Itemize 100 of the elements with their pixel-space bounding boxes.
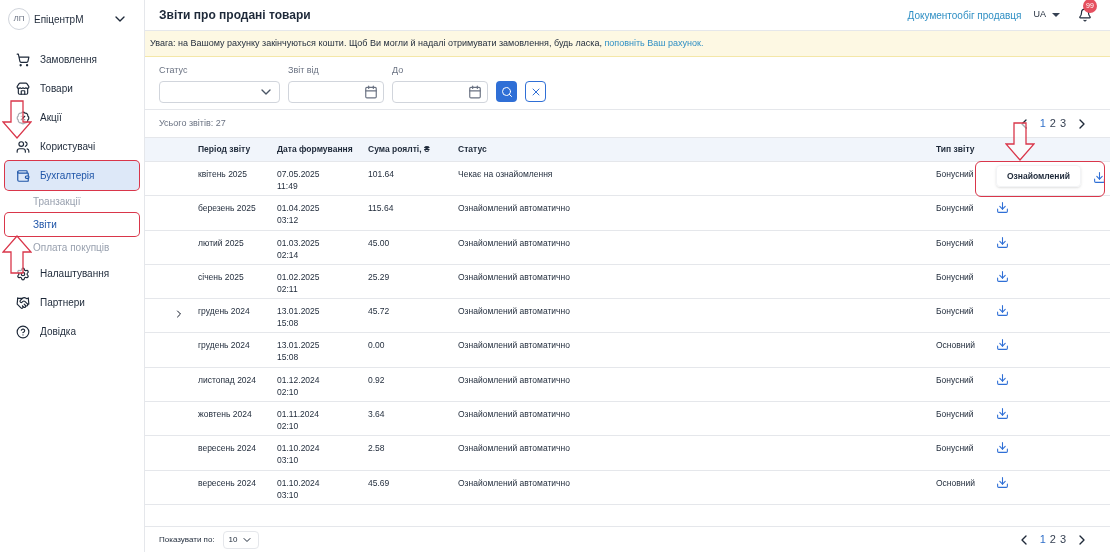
table-cell-text: 01.12.2024 — [277, 373, 321, 386]
page-link[interactable]: 3 — [1059, 115, 1066, 132]
table-cell-text: 45.00 — [368, 236, 391, 250]
table-cell-text: вересень 2024 — [198, 476, 257, 490]
download-icon[interactable] — [996, 304, 1009, 318]
table-cell-text: жовтень 2024 — [198, 408, 253, 421]
settings-icon — [16, 266, 30, 281]
page-link[interactable]: 2 — [1049, 115, 1056, 132]
table-cell-text: Ознайомлений автоматично — [458, 408, 571, 421]
table-cell-text: 02:10 — [277, 385, 300, 398]
page-size-select[interactable]: 10 — [222, 530, 259, 549]
sidebar-item[interactable]: Партнери — [5, 288, 139, 317]
calendar-icon[interactable] — [468, 85, 482, 99]
sidebar-item[interactable]: Довідка — [5, 317, 139, 346]
table-cell-text: 13.01.2025 — [277, 339, 321, 352]
table-cell-text: Чекає на ознайомлення — [458, 168, 554, 181]
table-cell-text: Ознайомлений автоматично — [458, 476, 571, 490]
table-cell-text: 02:11 — [277, 282, 299, 295]
download-icon[interactable] — [996, 372, 1009, 386]
download-icon[interactable] — [996, 235, 1009, 249]
table-cell-text: 2.58 — [368, 442, 386, 456]
download-icon[interactable] — [1092, 170, 1106, 184]
page-title: Звіти про продані товари — [159, 7, 311, 24]
calendar-icon[interactable] — [364, 85, 378, 99]
table-cell-text: Ознайомлений автоматично — [458, 305, 571, 318]
table-cell-text: 03:10 — [277, 488, 300, 501]
notifications-icon[interactable] — [1078, 8, 1092, 22]
annotation-arrow — [2, 100, 32, 140]
date-from-label: Звіт від — [288, 63, 320, 77]
table-cell-text: 03:10 — [277, 454, 300, 467]
download-icon[interactable] — [996, 269, 1009, 283]
table-cell-text: 15:08 — [277, 317, 300, 330]
store-icon — [16, 81, 30, 96]
language-selector[interactable]: UA — [1033, 8, 1060, 22]
table-cell-text: 25.29 — [368, 270, 391, 284]
table-cell-text: 45.69 — [368, 476, 391, 490]
seller-documents-link[interactable]: Документообіг продавця — [907, 7, 1022, 23]
table-cell-text: Основний — [936, 476, 976, 490]
table-cell-text: листопад 2024 — [198, 373, 258, 387]
top-up-link[interactable]: поповніть Ваш рахунок. — [604, 37, 704, 48]
page-link[interactable]: 1 — [1039, 531, 1046, 548]
table-cell-text: 13.01.2025 — [277, 305, 321, 318]
date-from-field[interactable] — [288, 81, 384, 103]
table-cell-text: 01.04.2025 — [277, 202, 321, 215]
table-cell-text: Ознайомлений автоматично — [458, 270, 571, 284]
sidebar-item[interactable]: Акції — [5, 103, 139, 132]
acknowledge-button[interactable]: Ознайомлений — [996, 165, 1081, 187]
table-cell-text: грудень 2024 — [198, 339, 251, 353]
search-button[interactable] — [496, 81, 517, 102]
table-cell-text: 45.72 — [368, 305, 391, 318]
table-cell-text: Бонусний — [936, 408, 975, 421]
table-cell-text: березень 2025 — [198, 202, 257, 216]
table-cell-text: 03:12 — [277, 214, 300, 227]
page-link[interactable]: 3 — [1059, 531, 1066, 548]
clear-button[interactable] — [525, 81, 546, 102]
table-cell-text: 07.05.2025 — [277, 168, 321, 180]
download-icon[interactable] — [996, 407, 1009, 421]
table-cell-text: Бонусний — [936, 442, 975, 456]
table-cell-text: січень 2025 — [198, 270, 245, 284]
annotation-arrow — [1005, 122, 1035, 162]
table-cell-text: 0.00 — [368, 339, 386, 353]
column-header: Статус — [458, 143, 488, 156]
table-cell-text: грудень 2024 — [198, 305, 251, 318]
sidebar-item[interactable]: Бухгалтерія — [5, 161, 139, 190]
sidebar-item[interactable]: Налаштування — [5, 259, 139, 288]
sidebar-item[interactable]: Замовлення — [5, 45, 139, 74]
download-icon[interactable] — [996, 441, 1009, 455]
help-icon — [16, 324, 30, 339]
table-cell-text: 0.92 — [368, 373, 386, 387]
table-cell-text: Ознайомлений автоматично — [458, 202, 571, 216]
account-name: ЕпіцентрМ — [34, 12, 84, 27]
table-cell-text: 15:08 — [277, 351, 300, 364]
sidebar-subitem[interactable]: Звіти — [5, 213, 139, 236]
column-header: Сума роялті, ₴ — [368, 143, 431, 156]
table-cell-text: 01.03.2025 — [277, 236, 321, 249]
table-cell-text: 01.10.2024 — [277, 476, 321, 489]
column-header: Тип звіту — [936, 143, 976, 156]
table-cell-text: лютий 2025 — [198, 236, 245, 250]
table-cell-text: Бонусний — [936, 202, 975, 216]
page-size-label: Показувати по: — [159, 533, 215, 546]
table-cell-text: 115.64 — [368, 202, 395, 216]
date-to-field[interactable] — [392, 81, 488, 103]
cart-icon — [16, 52, 30, 67]
search-icon — [500, 85, 513, 98]
table-cell-text: 01.02.2025 — [277, 270, 321, 283]
page-link[interactable]: 2 — [1049, 531, 1056, 548]
date-to-label: До — [392, 63, 405, 77]
sidebar-item[interactable]: Товари — [5, 74, 139, 103]
table-cell-text: Ознайомлений автоматично — [458, 442, 571, 456]
download-icon[interactable] — [996, 475, 1009, 489]
table-cell-text: Бонусний — [936, 270, 975, 284]
table-cell-text: 101.64 — [368, 168, 395, 181]
download-icon[interactable] — [996, 338, 1009, 352]
download-icon[interactable] — [996, 201, 1009, 215]
table-cell-text: вересень 2024 — [198, 442, 257, 456]
percent-badge-icon — [16, 110, 30, 125]
dropdown-caret-icon — [1052, 13, 1060, 17]
page-link[interactable]: 1 — [1039, 115, 1046, 132]
handshake-icon — [16, 295, 30, 310]
sidebar-item[interactable]: Користувачі — [5, 132, 139, 161]
